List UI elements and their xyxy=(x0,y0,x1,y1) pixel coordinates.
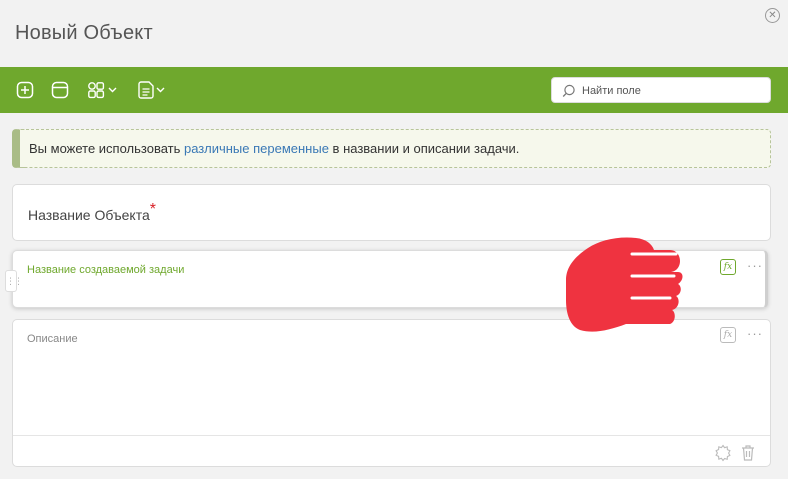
more-options-icon[interactable]: ··· xyxy=(747,327,763,340)
info-banner: Вы можете использовать различные перемен… xyxy=(12,129,771,168)
object-name-label: Название Объекта xyxy=(28,207,150,223)
panel-icon[interactable] xyxy=(51,80,69,100)
components-icon[interactable] xyxy=(87,80,119,100)
pointing-hand-icon xyxy=(566,237,683,332)
toolbar xyxy=(0,67,788,113)
more-options-icon[interactable]: ··· xyxy=(747,259,763,272)
document-list-icon[interactable] xyxy=(137,80,167,100)
formula-fx-button[interactable]: fx xyxy=(720,327,736,343)
description-label: Описание xyxy=(27,333,78,345)
page-title: Новый Объект xyxy=(15,22,153,44)
drag-handle-icon[interactable]: ⋮⋮ xyxy=(5,270,23,292)
variables-link[interactable]: различные переменные xyxy=(184,141,329,156)
close-icon[interactable]: ✕ xyxy=(765,8,780,23)
description-footer xyxy=(13,435,770,466)
window-header: Новый Объект ✕ xyxy=(0,0,788,67)
object-name-field[interactable]: Название Объекта* xyxy=(12,184,771,241)
settings-icon[interactable] xyxy=(714,444,732,462)
formula-fx-button[interactable]: fx xyxy=(720,259,736,275)
add-icon[interactable] xyxy=(16,80,34,100)
task-name-label: Название создаваемой задачи xyxy=(27,264,185,276)
search-input[interactable] xyxy=(582,82,762,100)
search-field[interactable] xyxy=(551,77,771,103)
trash-icon[interactable] xyxy=(740,444,756,462)
description-field[interactable]: Описание fx ··· xyxy=(12,319,771,467)
search-icon xyxy=(562,84,575,97)
required-mark: * xyxy=(149,201,156,218)
